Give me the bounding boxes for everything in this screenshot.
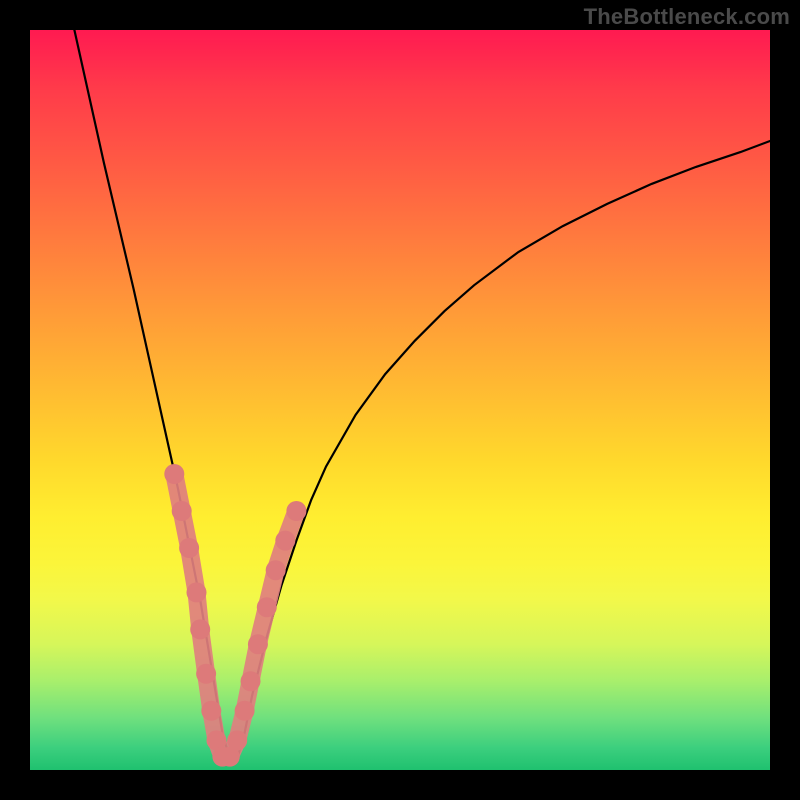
- chart-svg: [30, 30, 770, 770]
- marker-dot: [196, 664, 216, 684]
- curve-line: [74, 30, 770, 759]
- marker-dot: [187, 582, 207, 602]
- marker-dot: [227, 730, 247, 750]
- chart-plot-area: [30, 30, 770, 770]
- chart-frame: TheBottleneck.com: [0, 0, 800, 800]
- marker-dot: [275, 531, 295, 551]
- marker-dot: [266, 560, 286, 580]
- marker-dot: [172, 501, 192, 521]
- marker-dot: [241, 671, 261, 691]
- marker-dot: [286, 501, 306, 521]
- marker-dot: [164, 464, 184, 484]
- marker-dot: [235, 701, 255, 721]
- marker-dot: [190, 619, 210, 639]
- marker-dot: [248, 634, 268, 654]
- marker-dot: [257, 597, 277, 617]
- marker-dot: [179, 538, 199, 558]
- marker-dot: [201, 701, 221, 721]
- watermark-text: TheBottleneck.com: [584, 4, 790, 30]
